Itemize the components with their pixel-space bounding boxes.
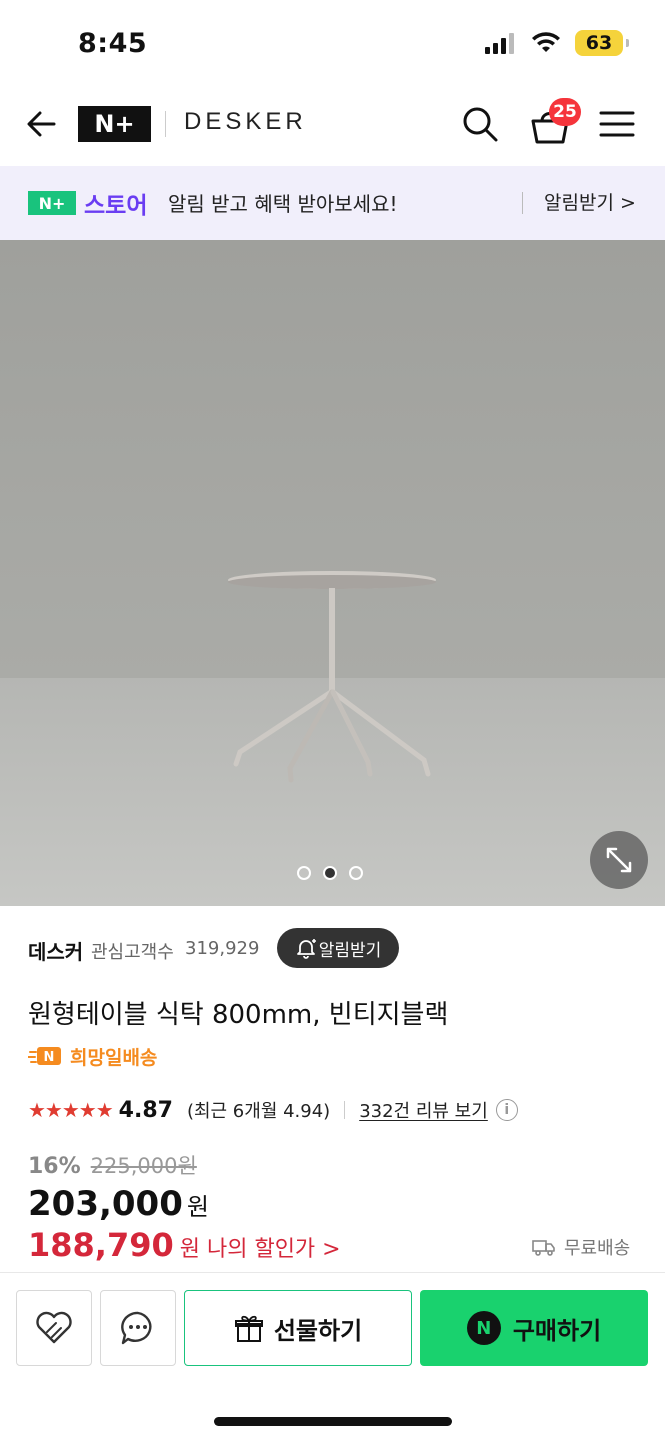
expand-icon xyxy=(606,847,632,873)
menu-icon xyxy=(599,111,635,137)
my-discount-price[interactable]: 188,790 원 나의 할인가 > xyxy=(28,1226,341,1264)
promo-store-label: 스토어 xyxy=(84,193,148,219)
delivery-tag-label: 희망일배송 xyxy=(70,1046,158,1069)
free-shipping: 무료배송 xyxy=(532,1234,630,1260)
rating-row: ★★★★★ 4.87 (최근 6개월 4.94) 332건 리뷰 보기 i xyxy=(28,1094,518,1126)
naver-pay-icon: N xyxy=(466,1311,501,1345)
status-icons: 63 xyxy=(485,30,629,56)
original-price: 225,000원 xyxy=(90,1154,197,1178)
gallery-dot-active[interactable] xyxy=(323,866,337,880)
promo-notify-link[interactable]: 알림받기 > xyxy=(544,188,636,215)
sale-price: 203,000 xyxy=(28,1184,183,1224)
promo-nplus-logo: N+ xyxy=(28,191,76,215)
heart-icon xyxy=(36,1311,72,1344)
info-icon[interactable]: i xyxy=(495,1099,518,1121)
my-price: 188,790 xyxy=(28,1226,174,1264)
svg-text:N: N xyxy=(44,1050,55,1065)
rating-recent: (최근 6개월 4.94) xyxy=(186,1101,331,1122)
buy-button[interactable]: N 구매하기 xyxy=(420,1290,648,1366)
price-unit: 원 xyxy=(186,1193,209,1221)
promo-text: 알림 받고 혜택 받아보세요! xyxy=(168,192,398,216)
product-image-gallery[interactable] xyxy=(0,240,665,906)
review-link[interactable]: 332건 리뷰 보기 xyxy=(359,1097,488,1123)
promo-divider xyxy=(522,192,523,214)
battery-indicator: 63 xyxy=(575,30,629,56)
bottom-action-bar: 선물하기 N 구매하기 xyxy=(0,1272,665,1440)
nplus-logo[interactable]: N+ xyxy=(78,106,151,142)
search-icon xyxy=(463,107,498,142)
truck-icon xyxy=(532,1240,555,1256)
notify-label: 알림받기 xyxy=(318,940,382,961)
free-shipping-label: 무료배송 xyxy=(564,1238,631,1259)
brand-name[interactable]: DESKER xyxy=(184,108,307,136)
wishlist-button[interactable] xyxy=(16,1290,92,1366)
chat-bubble-icon xyxy=(121,1311,152,1345)
home-indicator xyxy=(214,1417,452,1426)
gallery-pagination xyxy=(297,866,363,880)
gallery-dot[interactable] xyxy=(349,866,363,880)
gallery-dot[interactable] xyxy=(297,866,311,880)
gift-label: 선물하기 xyxy=(273,1316,363,1345)
search-button[interactable] xyxy=(460,104,500,144)
discount-row: 16% 225,000원 xyxy=(28,1150,197,1180)
gift-icon xyxy=(234,1315,263,1342)
followers-count: 319,929 xyxy=(185,938,260,959)
status-bar: 8:45 63 xyxy=(0,0,665,86)
expand-image-button[interactable] xyxy=(590,831,648,889)
followers-label: 관심고객수 xyxy=(91,942,174,963)
buy-label: 구매하기 xyxy=(512,1316,602,1345)
delivery-tag[interactable]: N 희망일배송 xyxy=(28,1042,157,1070)
seller-row: 데스커 관심고객수 319,929 알림받기 xyxy=(28,928,648,970)
seller-name[interactable]: 데스커 xyxy=(28,936,83,965)
my-price-label: 원 나의 할인가 > xyxy=(179,1237,341,1262)
bell-plus-icon xyxy=(296,939,316,959)
notify-button[interactable]: 알림받기 xyxy=(277,928,399,968)
discount-percent: 16% xyxy=(28,1154,81,1179)
back-button[interactable] xyxy=(22,104,62,144)
rating-divider xyxy=(344,1101,346,1119)
wifi-icon xyxy=(532,32,560,52)
promo-banner[interactable]: N+ 스토어 알림 받고 혜택 받아보세요! 알림받기 > xyxy=(0,166,665,240)
rating-score: 4.87 xyxy=(118,1097,173,1123)
signal-icon xyxy=(485,33,514,54)
product-title: 원형테이블 식탁 800mm, 빈티지블랙 xyxy=(28,1000,449,1030)
talktalk-button[interactable] xyxy=(100,1290,176,1366)
cart-count-badge: 25 xyxy=(549,98,581,126)
rating-stars: ★★★★★ xyxy=(28,1098,114,1122)
status-time: 8:45 xyxy=(78,28,148,59)
price-row: 203,000 원 xyxy=(28,1184,209,1224)
gift-button[interactable]: 선물하기 xyxy=(184,1290,412,1366)
round-table-image xyxy=(228,571,436,783)
delivery-truck-icon: N xyxy=(28,1047,61,1065)
logo-divider xyxy=(165,111,166,137)
back-arrow-icon xyxy=(27,111,56,137)
menu-button[interactable] xyxy=(598,106,636,142)
